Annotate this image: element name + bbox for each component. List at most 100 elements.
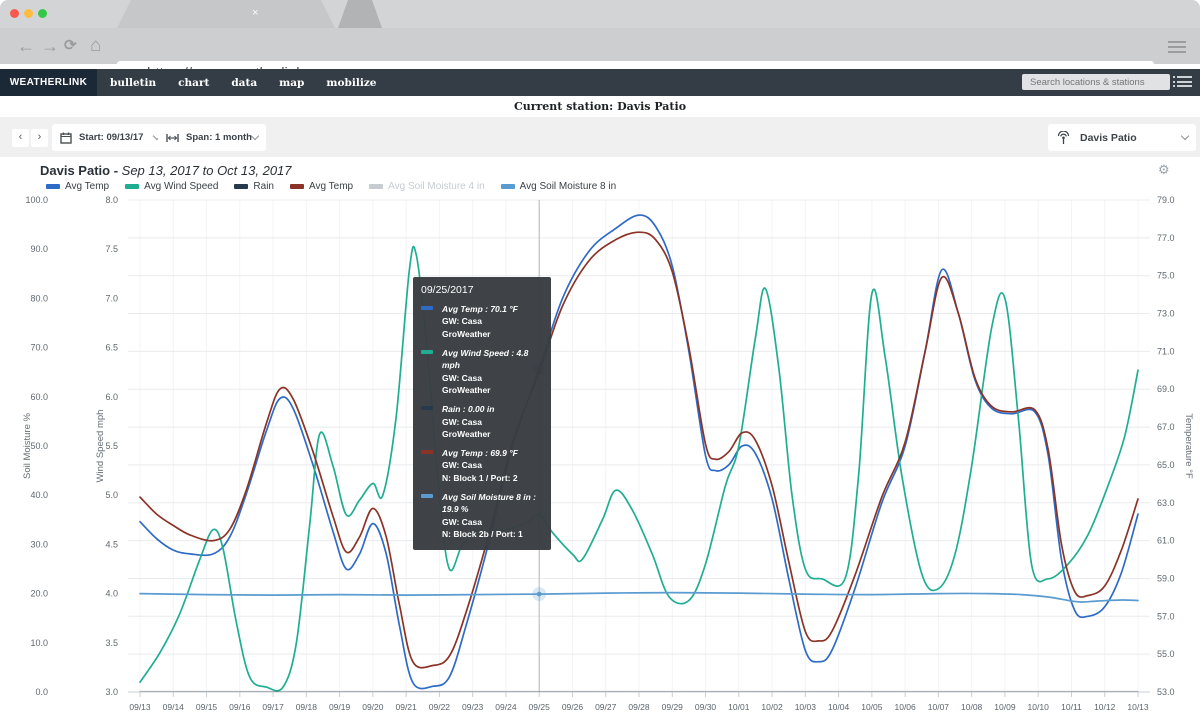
svg-text:09/17: 09/17: [262, 702, 284, 712]
svg-text:10/04: 10/04: [828, 702, 850, 712]
svg-text:70.0: 70.0: [30, 343, 48, 353]
reload-icon[interactable]: ⟳: [64, 28, 77, 64]
station-list-icon[interactable]: [1173, 76, 1192, 89]
span-icon: [166, 133, 179, 142]
svg-text:0.0: 0.0: [35, 687, 48, 697]
svg-text:10/06: 10/06: [894, 702, 916, 712]
svg-text:60.0: 60.0: [30, 392, 48, 402]
legend-label: Avg Temp: [65, 181, 110, 192]
legend-item[interactable]: Avg Soil Moisture 8 in: [500, 181, 616, 192]
highlight-point: [536, 591, 542, 597]
legend-label: Avg Soil Moisture 4 in: [388, 181, 485, 192]
tab-close-icon[interactable]: ×: [252, 7, 258, 20]
legend-swatch: [125, 184, 140, 189]
tooltip-entry: Avg Soil Moisture 8 in : 19.9 % GW: Casa N…: [421, 491, 543, 540]
legend-item[interactable]: Avg Wind Speed: [125, 181, 218, 192]
svg-text:10/10: 10/10: [1028, 702, 1050, 712]
svg-text:10/05: 10/05: [861, 702, 883, 712]
svg-text:57.0: 57.0: [1157, 611, 1175, 621]
next-period-button[interactable]: ›: [31, 129, 48, 147]
svg-text:09/27: 09/27: [595, 702, 617, 712]
svg-text:20.0: 20.0: [30, 589, 48, 599]
browser-tab-bar: ×: [0, 0, 1200, 28]
start-date-dropdown[interactable]: Start: 09/13/17: [52, 124, 168, 151]
svg-text:3.5: 3.5: [105, 638, 118, 648]
nav-item-mobilize[interactable]: mobilize: [326, 77, 376, 89]
svg-text:53.0: 53.0: [1157, 687, 1175, 697]
svg-text:09/23: 09/23: [462, 702, 484, 712]
chart-title: Davis Patio - Sep 13, 2017 to Oct 13, 20…: [40, 163, 292, 178]
close-window-button[interactable]: [10, 9, 19, 18]
tooltip-swatch: [421, 494, 433, 499]
legend-item[interactable]: Avg Temp: [290, 181, 353, 192]
svg-text:3.0: 3.0: [105, 687, 118, 697]
svg-text:Temperature °F: Temperature °F: [1183, 413, 1194, 479]
svg-text:10/03: 10/03: [795, 702, 817, 712]
nav-item-chart[interactable]: chart: [178, 77, 209, 101]
svg-text:09/15: 09/15: [196, 702, 218, 712]
svg-text:4.5: 4.5: [105, 539, 118, 549]
svg-text:79.0: 79.0: [1157, 195, 1175, 205]
svg-text:6.0: 6.0: [105, 392, 118, 402]
svg-text:5.0: 5.0: [105, 490, 118, 500]
legend-swatch: [46, 184, 60, 189]
svg-text:09/28: 09/28: [628, 702, 650, 712]
svg-text:7.5: 7.5: [105, 244, 118, 254]
legend-item[interactable]: Avg Temp: [46, 181, 109, 192]
forward-icon[interactable]: →: [41, 28, 59, 64]
minimize-window-button[interactable]: [24, 9, 33, 18]
svg-text:65.0: 65.0: [1157, 460, 1175, 470]
svg-text:40.0: 40.0: [30, 490, 48, 500]
chart-plot[interactable]: 79.0 77.0 75.0 73.0 71.0 69.0 67.0 65.0 63.0 61.0…: [0, 192, 1200, 727]
home-icon[interactable]: ⌂: [90, 28, 101, 64]
tooltip-date: 09/25/2017: [421, 284, 474, 296]
svg-text:09/24: 09/24: [495, 702, 517, 712]
span-dropdown[interactable]: Span: 1 month: [158, 124, 266, 151]
chevron-down-icon: [250, 131, 260, 141]
tooltip-entry: Avg Wind Speed : 4.8 mph GW: Casa GroWeath…: [421, 347, 543, 396]
new-tab-button[interactable]: [338, 0, 382, 28]
svg-text:10/11: 10/11: [1061, 702, 1082, 712]
svg-text:100.0: 100.0: [25, 195, 48, 205]
svg-text:09/25: 09/25: [529, 702, 551, 712]
tooltip-entry: Rain : 0.00 in GW: Casa GroWeather: [421, 403, 543, 440]
svg-text:4.0: 4.0: [105, 589, 118, 599]
svg-text:73.0: 73.0: [1157, 309, 1175, 319]
svg-text:09/26: 09/26: [562, 702, 584, 712]
weatherlink-logo[interactable]: WEATHERLINK: [0, 69, 97, 96]
svg-text:10.0: 10.0: [30, 638, 48, 648]
station-selector-dropdown[interactable]: Davis Patio: [1048, 124, 1196, 151]
browser-tab[interactable]: [117, 0, 335, 28]
legend-item[interactable]: Avg Soil Moisture 4 in: [369, 181, 485, 192]
chart-tooltip: 09/25/2017 Avg Temp : 70.1 °F GW: Casa Gro…: [413, 277, 551, 551]
gear-icon[interactable]: ⚙: [1158, 163, 1170, 178]
svg-text:09/22: 09/22: [429, 702, 451, 712]
browser-menu-icon[interactable]: [1168, 41, 1186, 56]
svg-text:09/18: 09/18: [296, 702, 318, 712]
legend-label: Rain: [253, 181, 274, 192]
svg-text:09/20: 09/20: [362, 702, 384, 712]
start-date-label: Start: 09/13/17: [79, 132, 144, 143]
prev-period-button[interactable]: ‹: [12, 129, 29, 147]
chart-control-bar: ‹ › Start: 09/13/17 Span: 1 month Davis …: [0, 117, 1200, 157]
svg-text:Wind Speed mph: Wind Speed mph: [95, 410, 106, 483]
nav-menu: bulletin chart data map mobilize: [110, 69, 398, 101]
svg-text:10/07: 10/07: [928, 702, 950, 712]
station-selector-label: Davis Patio: [1080, 131, 1137, 144]
svg-text:09/13: 09/13: [129, 702, 151, 712]
svg-text:Soil Moisture %: Soil Moisture %: [22, 412, 33, 479]
search-input[interactable]: [1022, 74, 1170, 90]
legend-item[interactable]: Rain: [234, 181, 274, 192]
chart-card: Davis Patio - Sep 13, 2017 to Oct 13, 20…: [0, 157, 1200, 727]
nav-item-data[interactable]: data: [231, 77, 257, 89]
site-navbar: WEATHERLINK bulletin chart data map mobi…: [0, 69, 1200, 101]
nav-item-map[interactable]: map: [279, 77, 304, 89]
legend-label: Avg Wind Speed: [144, 181, 219, 192]
svg-text:90.0: 90.0: [30, 244, 48, 254]
nav-item-bulletin[interactable]: bulletin: [110, 77, 156, 89]
maximize-window-button[interactable]: [38, 9, 47, 18]
svg-text:10/02: 10/02: [761, 702, 783, 712]
back-icon[interactable]: ←: [17, 28, 35, 64]
svg-text:61.0: 61.0: [1157, 536, 1175, 546]
legend-swatch: [234, 184, 249, 189]
